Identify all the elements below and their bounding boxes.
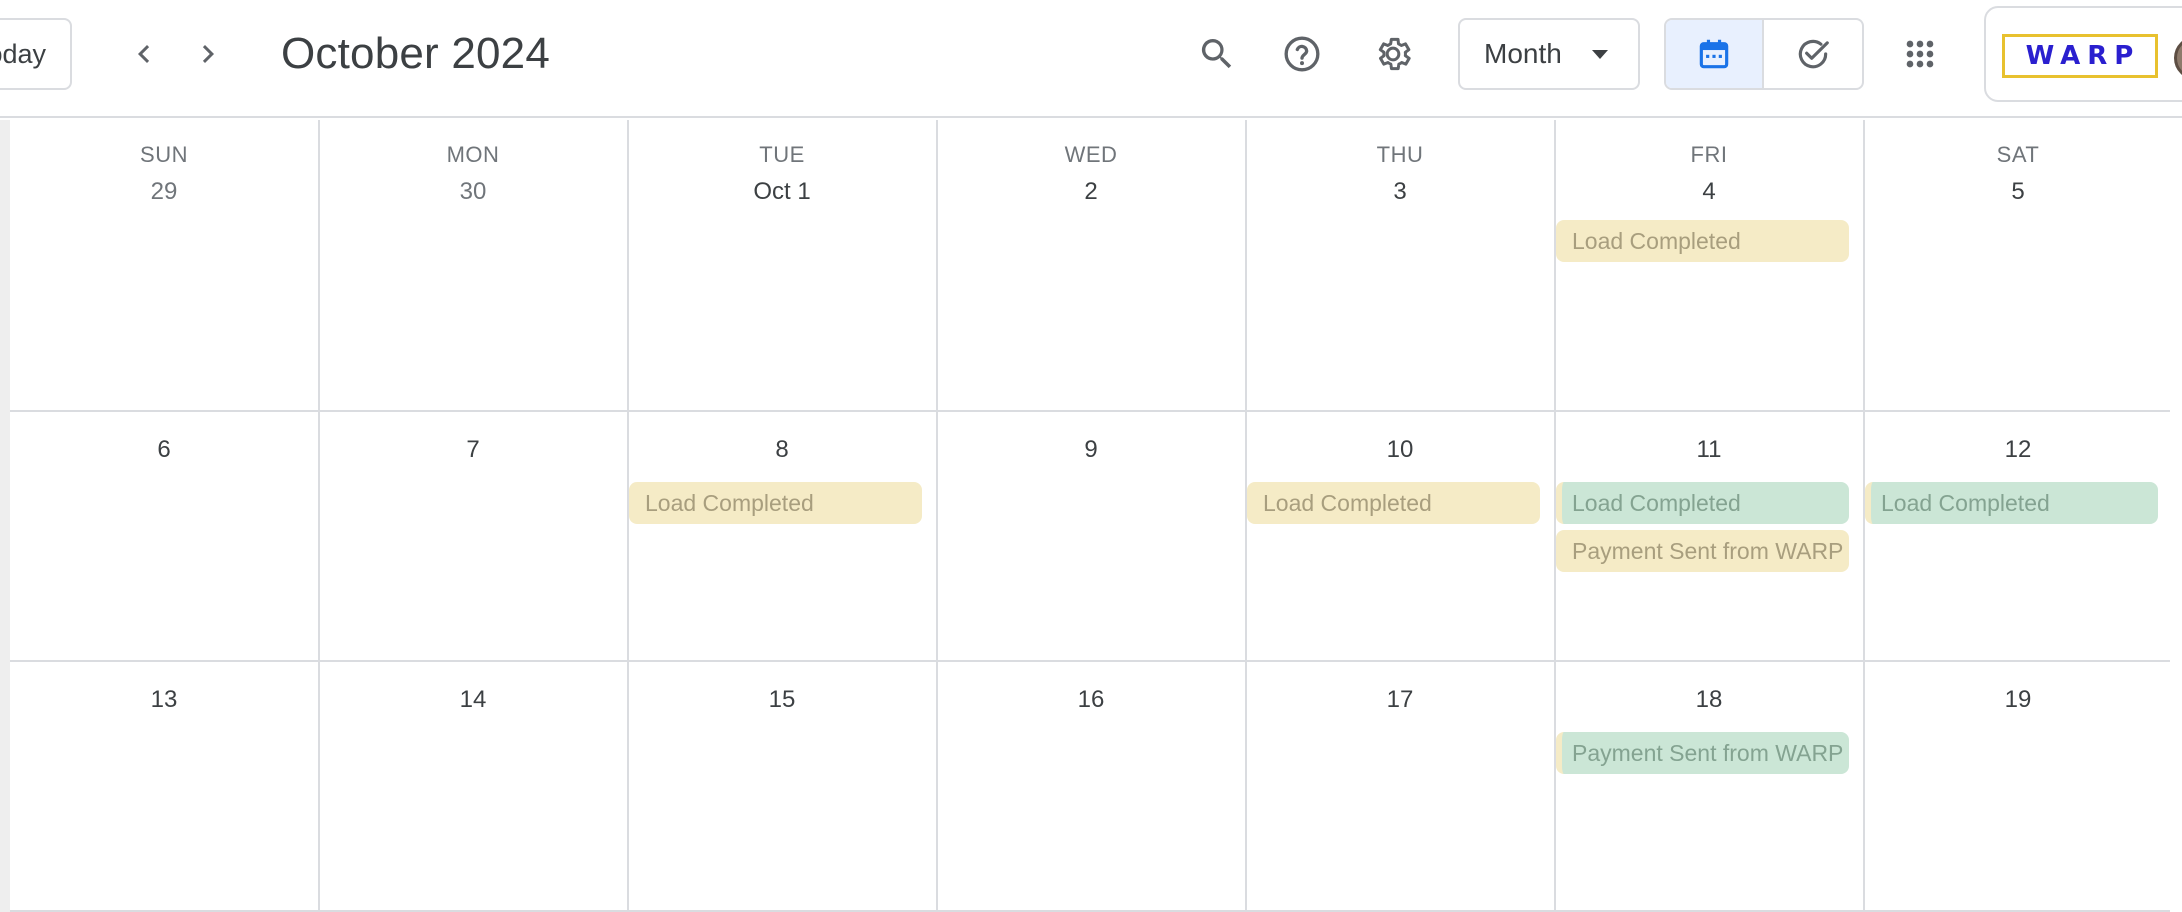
check-circle-icon (1798, 39, 1829, 69)
google-apps-button[interactable] (1890, 24, 1950, 84)
day-number[interactable]: 19 (1868, 686, 2168, 714)
day-number[interactable]: 7 (323, 436, 623, 464)
top-bar: Today October 2024 (0, 0, 2182, 118)
chevron-left-icon (138, 45, 150, 63)
day-number[interactable]: 13 (14, 686, 314, 714)
weekday-header-thu: THU (1376, 142, 1424, 167)
gear-icon (1378, 37, 1411, 71)
previous-month-button[interactable] (114, 24, 174, 84)
apps-grid-icon (1906, 40, 1934, 68)
day-number[interactable]: 11 (1559, 436, 1859, 464)
day-number[interactable]: 15 (632, 686, 932, 714)
day-number[interactable]: 30 (323, 178, 623, 206)
day-cell[interactable] (1246, 180, 1555, 410)
weekday-header-fri: FRI (1690, 142, 1728, 167)
tasks-view-toggle[interactable] (1764, 20, 1862, 88)
next-month-button[interactable] (178, 24, 238, 84)
day-cell[interactable] (1555, 180, 1864, 410)
day-cell[interactable] (1864, 180, 2173, 410)
day-cell[interactable] (10, 180, 319, 410)
event-chip[interactable]: Load Completed (629, 482, 922, 524)
brand-logo: WARP (2002, 34, 2158, 78)
day-number[interactable]: 10 (1250, 436, 1550, 464)
day-number[interactable]: 16 (941, 686, 1241, 714)
account-switcher[interactable]: WARP (1984, 6, 2182, 102)
day-cell[interactable] (319, 180, 628, 410)
avatar[interactable] (2174, 36, 2182, 80)
weekday-header-tue: TUE (759, 142, 805, 167)
calendar-icon (1699, 39, 1729, 69)
event-chip[interactable]: Load Completed (1556, 482, 1849, 524)
event-chip[interactable]: Load Completed (1865, 482, 2158, 524)
day-number[interactable]: 6 (14, 436, 314, 464)
event-chip[interactable]: Load Completed (1556, 220, 1849, 262)
settings-button[interactable] (1363, 24, 1423, 84)
day-cell[interactable] (937, 180, 1246, 410)
weekday-header-sun: SUN (140, 142, 188, 167)
day-number[interactable]: 3 (1250, 178, 1550, 206)
calendar-app: Today October 2024 (0, 0, 2182, 912)
day-cell[interactable] (628, 180, 937, 410)
side-panel-edge (0, 120, 10, 912)
event-chip[interactable]: Payment Sent from WARP (1556, 732, 1849, 774)
event-chip[interactable]: Payment Sent from WARP (1556, 530, 1849, 572)
month-title: October 2024 (281, 29, 551, 78)
weekday-header-sat: SAT (1996, 142, 2040, 167)
search-button[interactable] (1187, 24, 1247, 84)
day-number[interactable]: 4 (1559, 178, 1859, 206)
help-icon (1284, 36, 1320, 72)
weekday-header-mon: MON (446, 142, 500, 167)
weekday-header-wed: WED (1064, 142, 1118, 167)
help-button[interactable] (1272, 24, 1332, 84)
day-number[interactable]: 29 (14, 178, 314, 206)
day-number[interactable]: 12 (1868, 436, 2168, 464)
scrollbar-gutter (2170, 120, 2182, 912)
month-grid: SUN MON TUE WED THU FRI SAT 29 30 Oct 1 2 3 4 5 6 7 8 9 10… (10, 120, 2170, 912)
brand-logo-text: WARP (2025, 41, 2141, 71)
view-selector-label: Month (1484, 38, 1562, 69)
search-icon (1201, 39, 1232, 69)
view-selector[interactable]: Month (1458, 18, 1640, 90)
day-number[interactable]: Oct 1 (632, 178, 932, 206)
view-toggle-group (1664, 18, 1864, 90)
day-number[interactable]: 18 (1559, 686, 1859, 714)
day-number[interactable]: 5 (1868, 178, 2168, 206)
caret-down-icon (1592, 50, 1608, 59)
day-number[interactable]: 17 (1250, 686, 1550, 714)
day-number[interactable]: 8 (632, 436, 932, 464)
today-button[interactable]: Today (0, 18, 72, 90)
day-number[interactable]: 9 (941, 436, 1241, 464)
chevron-right-icon (202, 45, 214, 63)
today-button-label: Today (0, 38, 46, 69)
event-chip[interactable]: Load Completed (1247, 482, 1540, 524)
day-number[interactable]: 2 (941, 178, 1241, 206)
day-number[interactable]: 14 (323, 686, 623, 714)
calendar-view-toggle[interactable] (1666, 20, 1764, 88)
